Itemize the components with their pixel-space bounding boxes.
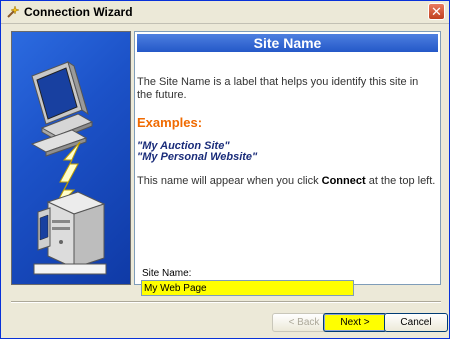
example-item: "My Personal Website" xyxy=(137,151,258,163)
close-icon: ✕ xyxy=(431,4,442,19)
page-title: Site Name xyxy=(137,34,438,52)
close-button[interactable]: ✕ xyxy=(428,3,445,20)
server-icon xyxy=(37,191,106,269)
examples-heading: Examples: xyxy=(137,115,203,130)
site-name-input[interactable] xyxy=(141,280,354,296)
connect-note: This name will appear when you click Con… xyxy=(137,175,435,187)
title-bar[interactable]: Connection Wizard ✕ xyxy=(1,1,449,23)
site-name-label: Site Name: xyxy=(142,268,192,279)
next-button[interactable]: Next > xyxy=(323,313,387,332)
computer-server-connection-icon xyxy=(30,60,107,275)
cancel-button[interactable]: Cancel xyxy=(384,313,448,332)
content-panel: Site Name The Site Name is a label that … xyxy=(134,31,441,285)
title-divider xyxy=(1,23,449,24)
note-connect-keyword: Connect xyxy=(321,175,366,187)
monitor-icon xyxy=(30,60,94,157)
wizard-icon xyxy=(7,5,20,18)
wizard-window: Connection Wizard ✕ Site Name The Site N… xyxy=(0,0,450,339)
description-text: The Site Name is a label that helps you … xyxy=(137,76,419,101)
note-prefix: This name will appear when you click xyxy=(137,175,322,187)
wizard-illustration-panel xyxy=(11,31,131,285)
window-title: Connection Wizard xyxy=(24,5,133,19)
keyboard-icon xyxy=(33,263,107,275)
button-divider-highlight xyxy=(11,302,441,303)
note-suffix: at the top left. xyxy=(365,175,436,187)
